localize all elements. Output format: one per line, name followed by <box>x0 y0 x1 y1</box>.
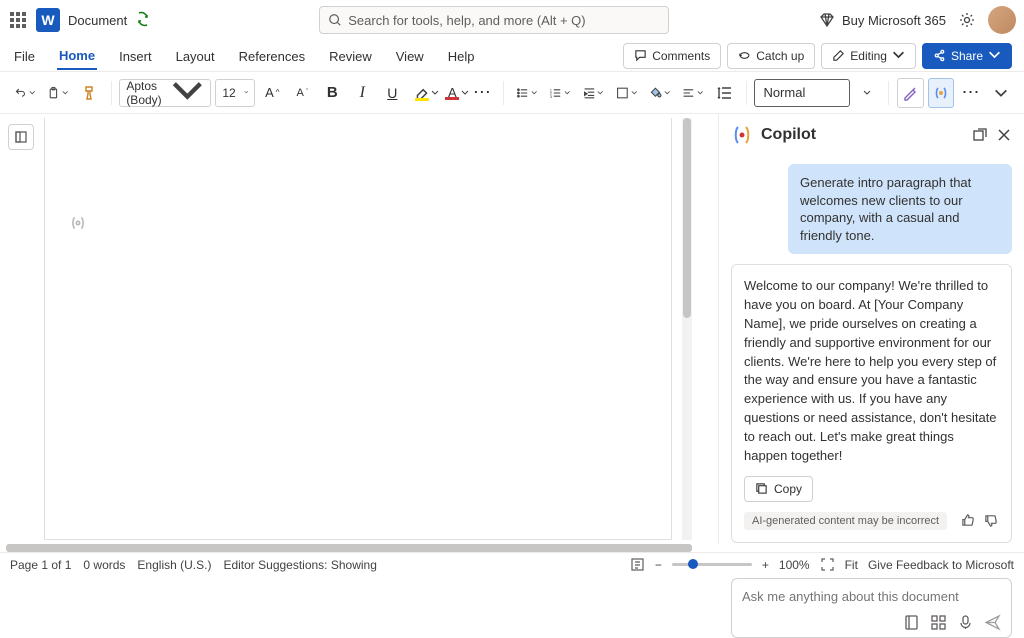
document-canvas[interactable] <box>0 114 718 544</box>
search-input[interactable]: Search for tools, help, and more (Alt + … <box>319 6 669 34</box>
copilot-input-box[interactable] <box>731 578 1012 638</box>
sync-status-icon[interactable] <box>135 11 151 30</box>
copilot-response-text: Welcome to our company! We're thrilled t… <box>744 277 999 465</box>
numbering-button[interactable]: 123 <box>545 78 574 108</box>
shrink-font-button[interactable]: Aˇ <box>289 78 315 108</box>
user-avatar[interactable] <box>988 6 1016 34</box>
grow-font-button[interactable]: A^ <box>259 78 285 108</box>
copilot-title: Copilot <box>761 126 816 144</box>
bullets-button[interactable] <box>512 78 541 108</box>
word-app-icon: W <box>36 8 60 32</box>
comments-button[interactable]: Comments <box>623 43 721 69</box>
copy-button[interactable]: Copy <box>744 476 813 502</box>
page[interactable] <box>44 118 672 540</box>
tab-file[interactable]: File <box>12 43 37 69</box>
tab-help[interactable]: Help <box>446 43 477 69</box>
align-button[interactable] <box>678 78 707 108</box>
horizontal-scrollbar[interactable] <box>6 544 692 552</box>
search-placeholder: Search for tools, help, and more (Alt + … <box>348 13 585 28</box>
bold-button[interactable]: B <box>319 78 345 108</box>
style-chevron[interactable] <box>854 78 880 108</box>
border-button[interactable] <box>612 78 641 108</box>
settings-icon[interactable] <box>958 11 976 29</box>
ai-disclaimer: AI-generated content may be incorrect <box>744 512 947 530</box>
copilot-toggle-button[interactable] <box>928 78 954 108</box>
word-count[interactable]: 0 words <box>83 558 125 572</box>
indent-button[interactable] <box>579 78 608 108</box>
paste-button[interactable] <box>43 78 72 108</box>
thumbs-up-icon[interactable] <box>961 513 976 528</box>
more-font-button[interactable]: ⋯ <box>469 78 495 108</box>
app-launcher-icon[interactable] <box>8 10 28 30</box>
underline-button[interactable]: U <box>379 78 405 108</box>
svg-text:3: 3 <box>550 93 553 98</box>
zoom-in-button[interactable]: + <box>762 558 769 572</box>
italic-button[interactable]: I <box>349 78 375 108</box>
navigation-pane-button[interactable] <box>8 124 34 150</box>
highlight-button[interactable] <box>409 78 435 108</box>
collapse-ribbon-button[interactable] <box>988 78 1014 108</box>
share-button[interactable]: Share <box>922 43 1012 69</box>
thumbs-down-icon[interactable] <box>984 513 999 528</box>
zoom-level[interactable]: 100% <box>779 558 810 572</box>
vertical-scrollbar[interactable] <box>682 118 692 540</box>
tab-home[interactable]: Home <box>57 42 97 70</box>
user-prompt-bubble: Generate intro paragraph that welcomes n… <box>788 164 1012 254</box>
reading-view-icon[interactable] <box>630 557 645 572</box>
page-indicator[interactable]: Page 1 of 1 <box>10 558 71 572</box>
feedback-link[interactable]: Give Feedback to Microsoft <box>868 558 1014 572</box>
ribbon-tabs: File Home Insert Layout References Revie… <box>0 40 1024 72</box>
language-indicator[interactable]: English (U.S.) <box>137 558 211 572</box>
ribbon-overflow-button[interactable]: ⋯ <box>958 78 984 108</box>
tab-references[interactable]: References <box>237 43 307 69</box>
fit-icon[interactable] <box>820 557 835 572</box>
apps-icon[interactable] <box>930 614 947 631</box>
copilot-inline-icon[interactable] <box>69 214 87 232</box>
format-painter-button[interactable] <box>77 78 103 108</box>
tab-review[interactable]: Review <box>327 43 374 69</box>
tab-layout[interactable]: Layout <box>174 43 217 69</box>
zoom-out-button[interactable]: − <box>655 558 662 572</box>
style-select[interactable]: Normal <box>754 79 850 107</box>
book-icon[interactable] <box>903 614 920 631</box>
copilot-panel: Copilot Generate intro paragraph that we… <box>718 114 1024 544</box>
send-icon[interactable] <box>984 614 1001 631</box>
document-title[interactable]: Document <box>68 13 127 28</box>
catchup-button[interactable]: Catch up <box>727 43 815 69</box>
shading-button[interactable] <box>645 78 674 108</box>
close-icon[interactable] <box>996 127 1012 143</box>
copilot-response-card: Welcome to our company! We're thrilled t… <box>731 264 1012 542</box>
font-color-button[interactable]: A <box>439 78 465 108</box>
buy-microsoft-link[interactable]: Buy Microsoft 365 <box>818 11 946 29</box>
spacing-button[interactable] <box>712 78 738 108</box>
copilot-logo-icon <box>731 124 753 146</box>
font-size-select[interactable]: 12 <box>215 79 255 107</box>
status-bar: Page 1 of 1 0 words English (U.S.) Edito… <box>0 552 1024 576</box>
ribbon-toolbar: Aptos (Body) 12 A^ Aˇ B I U A ⋯ 123 Norm… <box>0 72 1024 114</box>
copilot-text-input[interactable] <box>742 589 1001 604</box>
editor-status[interactable]: Editor Suggestions: Showing <box>223 558 376 572</box>
designer-button[interactable] <box>897 78 923 108</box>
tab-view[interactable]: View <box>394 43 426 69</box>
font-family-select[interactable]: Aptos (Body) <box>119 79 211 107</box>
microphone-icon[interactable] <box>957 614 974 631</box>
zoom-slider[interactable] <box>672 563 752 566</box>
editing-mode-button[interactable]: Editing <box>821 43 916 69</box>
undo-button[interactable] <box>10 78 39 108</box>
tab-insert[interactable]: Insert <box>117 43 154 69</box>
popout-icon[interactable] <box>972 127 988 143</box>
fit-label[interactable]: Fit <box>845 558 858 572</box>
